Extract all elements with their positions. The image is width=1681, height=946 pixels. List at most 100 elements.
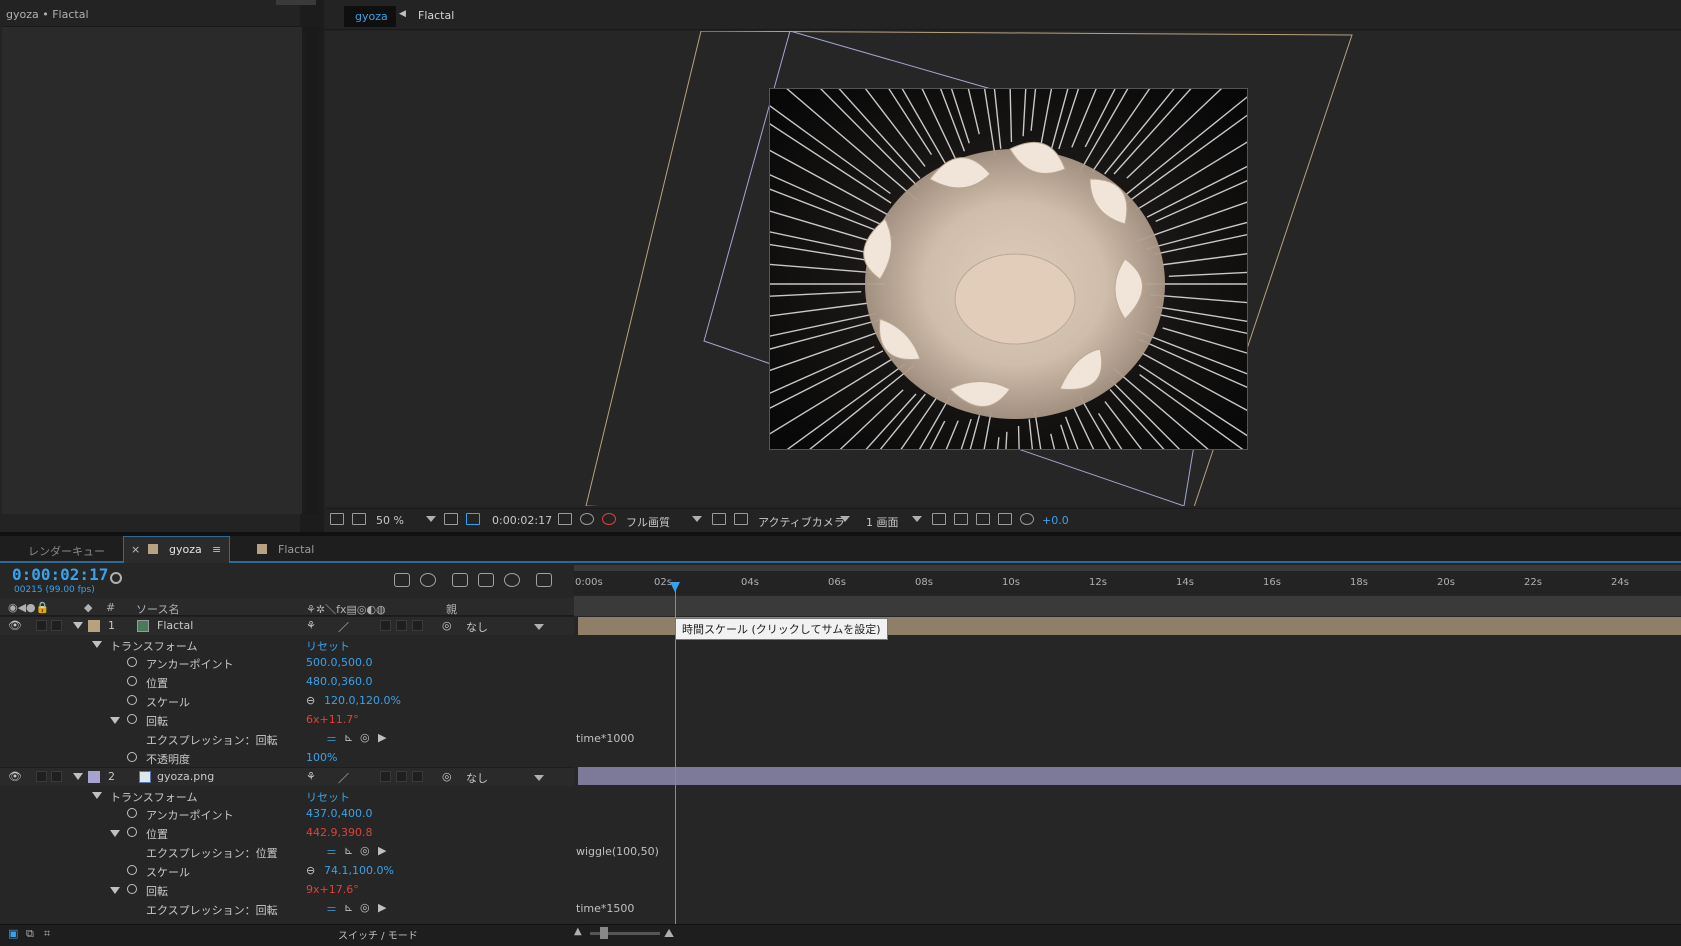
twirl-down-icon[interactable] — [73, 773, 83, 780]
stopwatch-icon[interactable] — [127, 865, 137, 875]
zoom-out-icon[interactable]: ▲ — [574, 926, 582, 937]
zoom-in-icon[interactable]: ⛰ — [664, 926, 674, 941]
stopwatch-icon[interactable] — [127, 808, 137, 818]
viewer-timecode[interactable]: 0:00:02:17 — [492, 514, 552, 527]
channels-icon[interactable] — [602, 513, 616, 525]
property-value[interactable]: 100% — [306, 751, 337, 764]
timeline-toggle-icon[interactable] — [976, 513, 990, 525]
collapse-switch-icon[interactable]: ⚘ — [306, 770, 316, 783]
project-scrollbar[interactable] — [305, 26, 319, 514]
viewer-tab-gyoza[interactable]: gyoza — [344, 6, 396, 27]
fit-grid-icon[interactable] — [444, 513, 458, 525]
layer-label-color[interactable] — [88, 771, 100, 783]
stopwatch-icon[interactable] — [127, 676, 137, 686]
parent-dropdown[interactable]: なし — [466, 619, 488, 635]
twirl-down-icon[interactable] — [110, 830, 120, 837]
frame-blending-icon[interactable] — [478, 573, 494, 587]
parent-dropdown-icon[interactable] — [534, 624, 544, 630]
expression-pickwhip-icon[interactable]: ◎ — [360, 844, 370, 857]
stopwatch-icon[interactable] — [127, 752, 137, 762]
eye-icon[interactable]: 👁 — [8, 770, 22, 783]
work-area-bar[interactable] — [574, 596, 1681, 616]
property-value[interactable]: 74.1,100.0% — [324, 864, 394, 877]
camera-dropdown[interactable]: アクティブカメラ — [758, 514, 845, 530]
timeline-zoom-handle[interactable] — [600, 927, 608, 939]
viewer-tab-flactal[interactable]: Flactal — [418, 9, 454, 22]
audio-toggle[interactable] — [36, 620, 47, 631]
expression-graph-icon[interactable]: ⊾ — [344, 731, 353, 744]
property-value[interactable]: 500.0,500.0 — [306, 656, 372, 669]
switch-box[interactable] — [396, 620, 407, 631]
checkerboard-icon[interactable] — [734, 513, 748, 525]
show-snapshot-icon[interactable] — [580, 513, 594, 525]
expression-enable-icon[interactable]: ＝ — [326, 901, 337, 917]
expression-text[interactable]: wiggle(100,50) — [576, 845, 659, 858]
exposure-reset-icon[interactable] — [1020, 513, 1034, 525]
current-time-indicator[interactable] — [670, 582, 680, 592]
transform-reset-link[interactable]: リセット — [306, 638, 350, 654]
shy-layers-icon[interactable] — [452, 573, 468, 587]
motion-blur-icon[interactable] — [504, 573, 520, 587]
switch-box[interactable] — [412, 771, 423, 782]
stopwatch-icon[interactable] — [127, 657, 137, 667]
camera-dropdown-icon[interactable] — [840, 516, 850, 522]
layer-duration-bar-gyoza[interactable] — [578, 767, 1681, 785]
stopwatch-icon[interactable] — [127, 695, 137, 705]
twirl-down-icon[interactable] — [110, 887, 120, 894]
switch-box[interactable] — [380, 620, 391, 631]
stopwatch-icon[interactable] — [127, 714, 137, 724]
render-time-icon[interactable]: ⌗ — [44, 927, 50, 941]
exposure-value[interactable]: +0.0 — [1042, 514, 1069, 527]
property-value[interactable]: 6x+11.7° — [306, 713, 359, 726]
resolution-dropdown[interactable]: フル画質 — [626, 514, 670, 530]
quality-switch-icon[interactable]: ／ — [338, 619, 349, 635]
project-item-list[interactable] — [2, 26, 302, 514]
tab-render-queue[interactable]: レンダーキュー — [28, 543, 105, 559]
property-value[interactable]: 480.0,360.0 — [306, 675, 372, 688]
comp-flowchart-icon[interactable] — [394, 573, 410, 587]
expression-graph-icon[interactable]: ⊾ — [344, 844, 353, 857]
stopwatch-icon[interactable] — [127, 884, 137, 894]
comp-mini-flowchart-icon[interactable]: ▣ — [8, 927, 18, 940]
close-icon[interactable]: × — [131, 543, 140, 556]
snapshot-camera-icon[interactable] — [558, 513, 572, 525]
expression-language-menu-icon[interactable]: ▶ — [378, 731, 386, 744]
expression-language-menu-icon[interactable]: ▶ — [378, 901, 386, 914]
views-dropdown-icon[interactable] — [912, 516, 922, 522]
expression-pickwhip-icon[interactable]: ◎ — [360, 731, 370, 744]
expression-text[interactable]: time*1000 — [576, 732, 634, 745]
switch-box[interactable] — [380, 771, 391, 782]
monitor-icon[interactable] — [352, 513, 366, 525]
zoom-dropdown-icon[interactable] — [426, 516, 436, 522]
constrain-proportions-icon[interactable]: ⊖ — [306, 864, 315, 877]
pick-whip-icon[interactable]: ◎ — [442, 619, 452, 632]
expression-enable-icon[interactable]: ＝ — [326, 731, 337, 747]
expression-pickwhip-icon[interactable]: ◎ — [360, 901, 370, 914]
fast-preview-icon[interactable] — [954, 513, 968, 525]
zoom-level-dropdown[interactable]: 50 % — [376, 514, 404, 527]
quality-switch-icon[interactable]: ／ — [338, 770, 349, 786]
twirl-down-icon[interactable] — [92, 792, 102, 799]
expression-language-menu-icon[interactable]: ▶ — [378, 844, 386, 857]
graph-editor-icon[interactable] — [536, 573, 552, 587]
constrain-proportions-icon[interactable]: ⊖ — [306, 694, 315, 707]
expression-enable-icon[interactable]: ＝ — [326, 844, 337, 860]
expression-text[interactable]: time*1500 — [576, 902, 634, 915]
transform-reset-link[interactable]: リセット — [306, 789, 350, 805]
property-value[interactable]: 442.9,390.8 — [306, 826, 372, 839]
transparency-grid-icon[interactable] — [712, 513, 726, 525]
expression-graph-icon[interactable]: ⊾ — [344, 901, 353, 914]
source-name-header[interactable]: ソース名 — [136, 601, 179, 617]
layer-name[interactable]: Flactal — [157, 619, 193, 632]
always-preview-icon[interactable] — [330, 513, 344, 525]
layer-label-color[interactable] — [88, 620, 100, 632]
property-value[interactable]: 9x+17.6° — [306, 883, 359, 896]
project-panel-handle[interactable] — [276, 0, 316, 5]
property-value[interactable]: 120.0,120.0% — [324, 694, 401, 707]
collapse-switch-icon[interactable]: ⚘ — [306, 619, 316, 632]
toggle-switches-modes-button[interactable]: スイッチ / モード — [338, 927, 418, 942]
resolution-dropdown-icon[interactable] — [692, 516, 702, 522]
layer-name[interactable]: gyoza.png — [157, 770, 214, 783]
switch-box[interactable] — [396, 771, 407, 782]
switch-box[interactable] — [412, 620, 423, 631]
